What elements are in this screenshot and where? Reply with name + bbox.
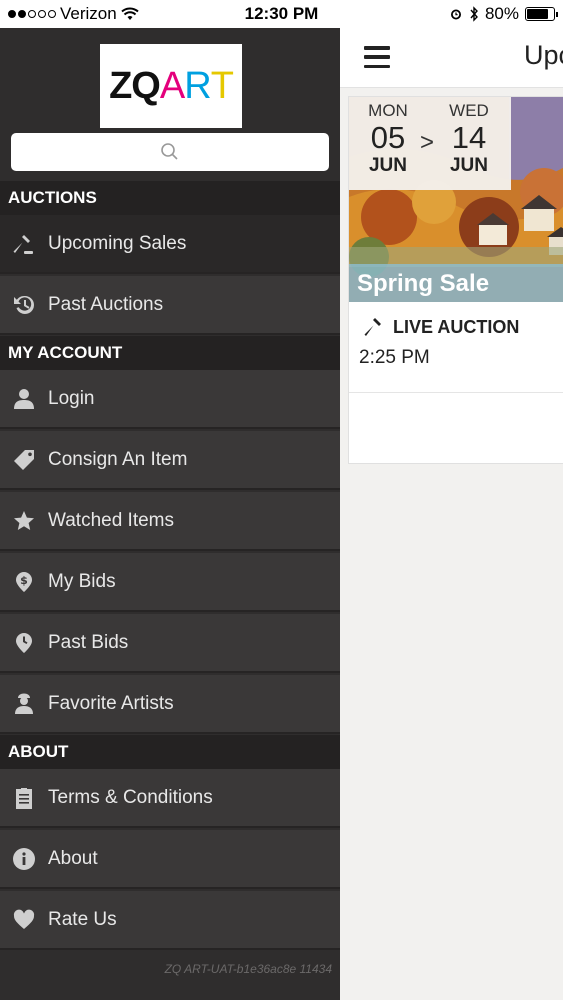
menu-icon[interactable] bbox=[364, 46, 390, 68]
info-icon bbox=[0, 847, 48, 871]
logo: ZQ A R T bbox=[100, 44, 242, 128]
sidebar-item-upcoming-sales[interactable]: Upcoming Sales bbox=[0, 215, 340, 274]
sidebar-item-label: Favorite Artists bbox=[48, 692, 174, 714]
artist-icon bbox=[0, 692, 48, 716]
section-my-account: MY ACCOUNT bbox=[0, 336, 340, 370]
start-date: MON 05 JUN bbox=[353, 101, 423, 177]
end-day: 14 bbox=[451, 120, 487, 155]
dollar-pin-icon: $ bbox=[0, 570, 48, 594]
search-icon bbox=[161, 143, 178, 160]
sidebar-item-watched[interactable]: Watched Items bbox=[0, 492, 340, 551]
sidebar: ZQ A R T AUCTIONS Upcoming Sales Past Aucti… bbox=[0, 28, 340, 1000]
main-content: Upc bbox=[340, 28, 563, 1000]
star-icon bbox=[0, 509, 48, 533]
sidebar-item-label: Login bbox=[48, 387, 95, 409]
end-weekday: WED bbox=[449, 101, 489, 120]
sidebar-item-label: Past Bids bbox=[48, 631, 129, 653]
start-day: 05 bbox=[370, 120, 406, 155]
auction-type-label: LIVE AUCTION bbox=[393, 316, 520, 337]
sidebar-item-terms[interactable]: Terms & Conditions bbox=[0, 769, 340, 828]
bluetooth-icon bbox=[470, 6, 478, 22]
svg-text:$: $ bbox=[20, 574, 28, 587]
sidebar-item-rate-us[interactable]: Rate Us bbox=[0, 891, 340, 950]
section-auctions: AUCTIONS bbox=[0, 181, 340, 215]
sidebar-item-about[interactable]: About bbox=[0, 830, 340, 889]
start-weekday: MON bbox=[368, 101, 408, 120]
status-bar: Verizon 12:30 PM 80% bbox=[0, 0, 563, 28]
sidebar-item-my-bids[interactable]: $ My Bids bbox=[0, 553, 340, 612]
sidebar-item-past-bids[interactable]: Past Bids bbox=[0, 614, 340, 673]
sidebar-item-label: Past Auctions bbox=[48, 293, 164, 315]
search-input[interactable] bbox=[11, 133, 329, 171]
sale-name-band: Spring Sale bbox=[349, 264, 563, 302]
sidebar-item-label: Upcoming Sales bbox=[48, 232, 187, 254]
auction-card[interactable]: MON 05 JUN > WED 14 JUN Spring Sale LIVE… bbox=[348, 96, 563, 464]
battery-percent: 80% bbox=[484, 4, 519, 23]
status-right: 80% bbox=[449, 4, 558, 24]
sidebar-item-label: Watched Items bbox=[48, 509, 175, 531]
sidebar-item-consign[interactable]: Consign An Item bbox=[0, 431, 340, 490]
sidebar-item-label: My Bids bbox=[48, 570, 116, 592]
sidebar-item-past-auctions[interactable]: Past Auctions bbox=[0, 276, 340, 335]
section-about: ABOUT bbox=[0, 735, 340, 769]
sidebar-item-label: Rate Us bbox=[48, 908, 117, 930]
auction-time: 2:25 PM bbox=[359, 347, 430, 368]
end-date: WED 14 JUN bbox=[434, 101, 504, 177]
alarm-icon bbox=[450, 9, 461, 20]
sidebar-item-label: About bbox=[48, 847, 98, 869]
version-label: ZQ ART-UAT-b1e36ac8e 11434 bbox=[164, 962, 332, 976]
sidebar-item-favorite-artists[interactable]: Favorite Artists bbox=[0, 675, 340, 734]
auction-image: MON 05 JUN > WED 14 JUN Spring Sale bbox=[349, 97, 563, 302]
history-icon bbox=[0, 293, 48, 317]
clipboard-icon bbox=[0, 786, 48, 810]
gavel-icon bbox=[364, 318, 381, 336]
sidebar-item-label: Consign An Item bbox=[48, 448, 188, 470]
end-month: JUN bbox=[449, 155, 488, 176]
date-arrow: > bbox=[420, 129, 435, 156]
date-range: MON 05 JUN > WED 14 JUN bbox=[349, 97, 511, 190]
tag-icon bbox=[0, 448, 48, 472]
start-month: JUN bbox=[368, 155, 407, 176]
sale-name: Spring Sale bbox=[357, 270, 490, 297]
clock-pin-icon bbox=[0, 631, 48, 655]
divider bbox=[349, 392, 563, 393]
top-bar: Upc bbox=[340, 28, 563, 88]
auction-type: LIVE AUCTION bbox=[363, 315, 519, 339]
user-icon bbox=[0, 387, 48, 411]
sidebar-item-label: Terms & Conditions bbox=[48, 786, 213, 808]
gavel-icon bbox=[0, 232, 48, 256]
heart-icon bbox=[0, 908, 48, 932]
sidebar-item-login[interactable]: Login bbox=[0, 370, 340, 429]
page-title: Upc bbox=[524, 40, 563, 70]
battery-icon bbox=[525, 7, 558, 21]
